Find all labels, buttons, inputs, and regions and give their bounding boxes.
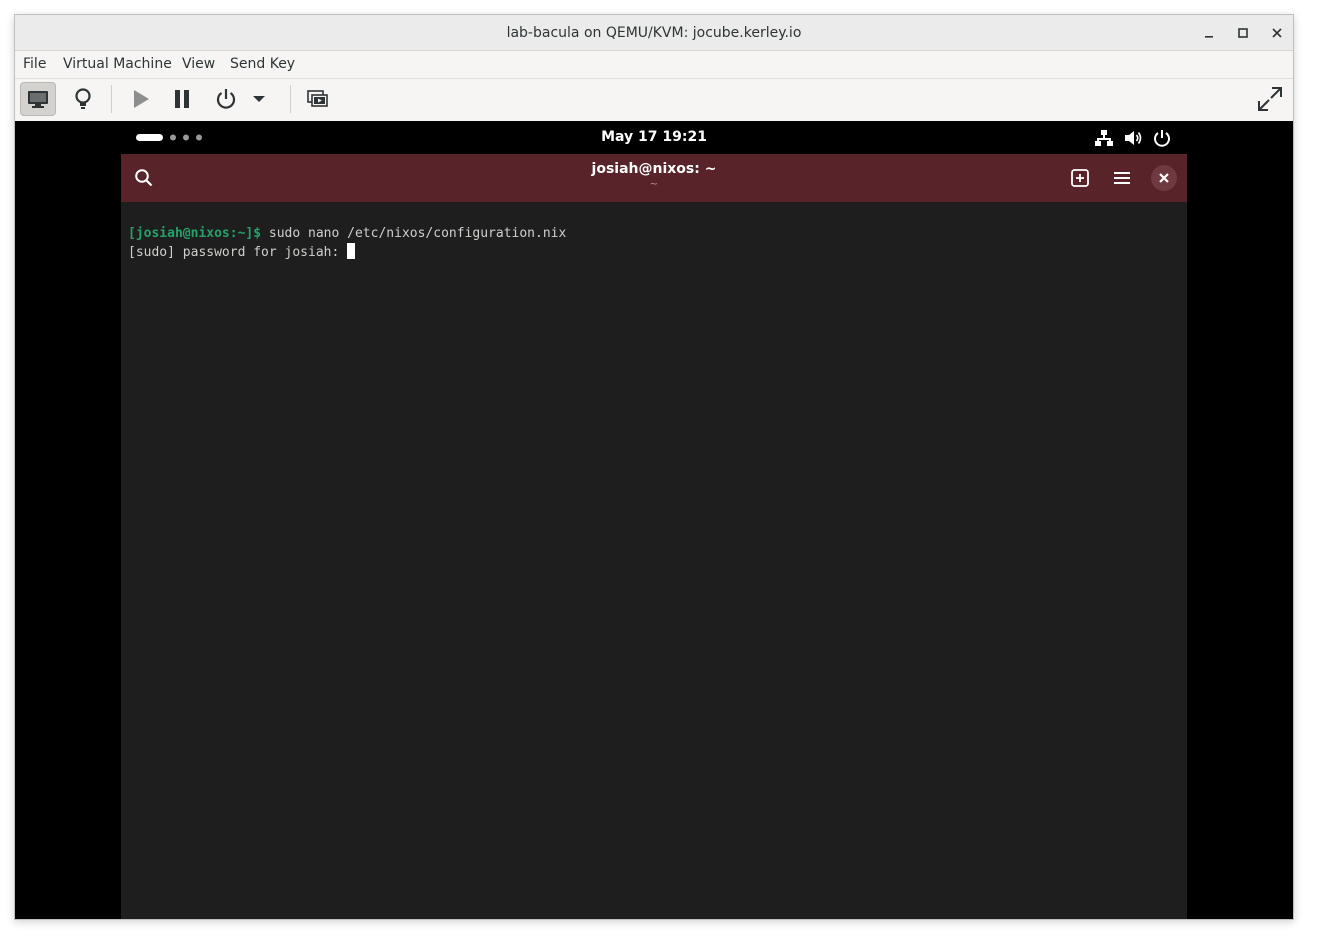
guest-top-bar: May 17 19:21 <box>15 121 1293 154</box>
menu-send-key[interactable]: Send Key <box>230 51 295 78</box>
run-icon <box>134 90 149 108</box>
snapshots-button[interactable] <box>300 82 336 116</box>
volume-icon[interactable] <box>1123 128 1143 148</box>
pause-icon <box>175 90 189 108</box>
terminal-header[interactable]: josiah@nixos: ~ ~ <box>121 154 1187 202</box>
terminal-output[interactable]: [josiah@nixos:~]$ sudo nano /etc/nixos/c… <box>128 224 566 262</box>
window-title: lab-bacula on QEMU/KVM: jocube.kerley.io <box>506 25 802 41</box>
vm-viewer-window: lab-bacula on QEMU/KVM: jocube.kerley.io… <box>14 14 1294 920</box>
close-icon <box>1159 173 1169 183</box>
terminal-title: josiah@nixos: ~ <box>591 161 717 177</box>
menu-button[interactable] <box>1111 167 1133 189</box>
menu-bar: File Virtual Machine View Send Key <box>15 51 1293 79</box>
title-bar[interactable]: lab-bacula on QEMU/KVM: jocube.kerley.io <box>15 15 1293 51</box>
terminal-line: [josiah@nixos:~]$ sudo nano /etc/nixos/c… <box>128 224 566 243</box>
minimize-button[interactable] <box>1197 21 1221 45</box>
terminal-line: [sudo] password for josiah: <box>128 243 566 262</box>
minimize-icon <box>1205 36 1213 38</box>
pause-button[interactable] <box>164 82 200 116</box>
new-tab-icon <box>1071 169 1089 187</box>
menu-view[interactable]: View <box>182 51 215 78</box>
terminal-subtitle: ~ <box>649 179 659 190</box>
close-button[interactable] <box>1265 21 1289 45</box>
close-icon <box>1272 28 1282 38</box>
vm-display[interactable]: May 17 19:21 josiah@nixos: ~ ~ [josiah@n… <box>15 121 1293 919</box>
sudo-password-prompt: [sudo] password for josiah: <box>128 245 348 260</box>
terminal-window[interactable]: josiah@nixos: ~ ~ [josiah@nixos:~]$ sudo… <box>121 154 1187 919</box>
details-button[interactable] <box>65 82 101 116</box>
toolbar-separator <box>290 85 291 113</box>
shell-prompt: [josiah@nixos:~]$ <box>128 226 262 241</box>
shell-command: sudo nano /etc/nixos/configuration.nix <box>261 226 567 241</box>
shutdown-menu-button[interactable] <box>247 82 271 116</box>
hamburger-menu-icon <box>1114 172 1130 184</box>
details-bulb-icon <box>75 88 91 109</box>
console-icon <box>28 91 48 108</box>
terminal-close-button[interactable] <box>1151 165 1177 191</box>
toolbar <box>15 79 1293 121</box>
fullscreen-icon <box>1258 87 1282 111</box>
maximize-icon <box>1238 28 1248 38</box>
console-button[interactable] <box>20 82 56 116</box>
power-icon <box>216 89 236 109</box>
new-tab-button[interactable] <box>1069 167 1091 189</box>
text-cursor <box>347 243 356 259</box>
maximize-button[interactable] <box>1231 21 1255 45</box>
network-icon[interactable] <box>1094 128 1114 148</box>
shutdown-button[interactable] <box>208 82 244 116</box>
dropdown-arrow-icon <box>253 96 265 102</box>
toolbar-separator <box>111 85 112 113</box>
snapshots-icon <box>307 90 328 107</box>
menu-virtual-machine[interactable]: Virtual Machine <box>63 51 172 78</box>
menu-file[interactable]: File <box>23 51 46 78</box>
run-button[interactable] <box>122 82 158 116</box>
fullscreen-button[interactable] <box>1252 82 1288 116</box>
power-icon[interactable] <box>1152 128 1172 148</box>
